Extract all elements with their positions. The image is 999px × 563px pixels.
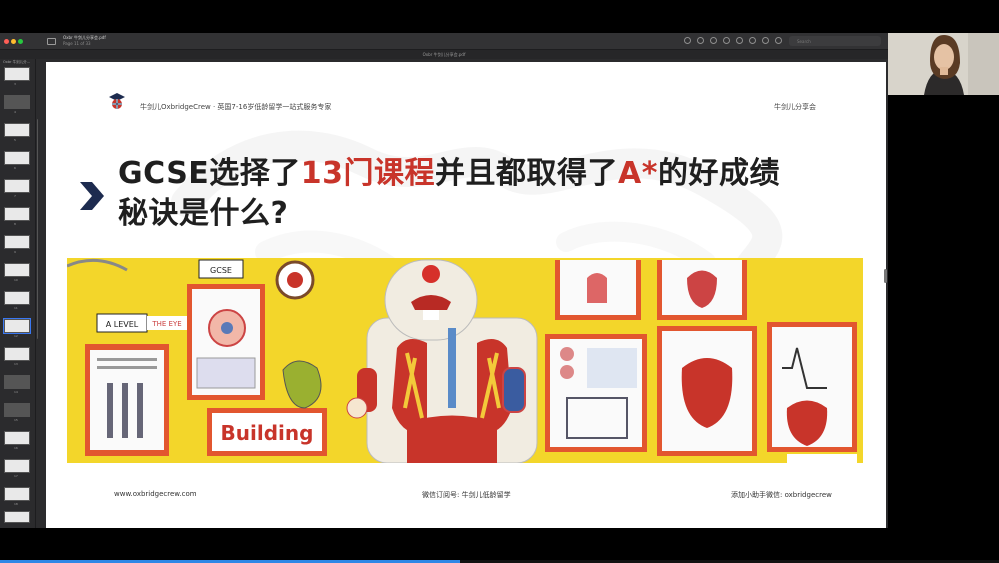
page-number: 13 — [14, 362, 18, 366]
label-building: Building — [221, 421, 314, 445]
page-thumbnail[interactable] — [4, 151, 30, 165]
page-number: 17 — [14, 474, 18, 478]
chevron-right-icon — [80, 182, 104, 210]
heading-line-2: 秘诀是什么? — [118, 196, 289, 231]
page-number: 10 — [14, 278, 18, 282]
wechat-subscription: 微信订阅号: 牛剑儿低龄留学 — [422, 491, 511, 499]
label-gcse: GCSE — [210, 266, 232, 275]
close-window-button[interactable] — [4, 39, 9, 44]
oxbridgecrew-logo-icon — [109, 93, 125, 109]
screen: Oxbr 牛剑儿分享会.pdf Page 11 of 33 Search Oxb… — [0, 0, 999, 563]
page-number: 18 — [14, 502, 18, 506]
page-thumbnail[interactable] — [4, 347, 30, 361]
page-number: 4 — [14, 110, 16, 114]
page-number: 7 — [14, 194, 16, 198]
page-number: 16 — [14, 446, 18, 450]
page-thumbnail[interactable] — [4, 67, 30, 81]
page-number: 8 — [14, 222, 16, 226]
page-thumbnail[interactable] — [4, 235, 30, 249]
heading-text: 的好成绩 — [657, 156, 780, 191]
annotate-icon[interactable] — [775, 37, 782, 44]
page-number: 12 — [14, 334, 18, 338]
info-icon[interactable] — [684, 37, 691, 44]
zoom-out-icon[interactable] — [697, 37, 704, 44]
highlight-icon[interactable] — [762, 37, 769, 44]
page-number: 15 — [14, 418, 18, 422]
webcam-video-feed — [888, 33, 999, 95]
page-number: 5 — [14, 138, 16, 142]
page-thumbnail[interactable] — [4, 487, 30, 501]
share-icon[interactable] — [723, 37, 730, 44]
page-number: 14 — [14, 390, 18, 394]
heading-highlight: A* — [618, 156, 658, 191]
pdf-viewer-window: Oxbr 牛剑儿分享会.pdf Page 11 of 33 Search Oxb… — [0, 33, 888, 528]
event-name: 牛剑儿分享会 — [774, 103, 816, 111]
brand-tagline: 牛剑儿OxbridgeCrew · 英国7-16岁低龄留学一站式服务专家 — [140, 103, 332, 111]
page-thumbnail[interactable] — [4, 179, 30, 193]
zoom-window-button[interactable] — [18, 39, 23, 44]
page-thumbnail[interactable] — [4, 95, 30, 109]
heading-text: 并且都取得了 — [435, 156, 619, 191]
label-a-level: A LEVEL — [106, 320, 139, 329]
slide-page: 牛剑儿OxbridgeCrew · 英国7-16岁低龄留学一站式服务专家 牛剑儿… — [46, 62, 886, 528]
page-thumbnail-selected[interactable] — [3, 318, 31, 334]
toolbar-icons — [684, 37, 782, 44]
label-the-eye: THE EYE — [151, 320, 181, 328]
viewer-scrollbar[interactable] — [884, 269, 887, 283]
page-thumbnail[interactable] — [4, 375, 30, 389]
page-thumbnail[interactable] — [4, 431, 30, 445]
thumbnail-sidebar: Oxbr 牛剑儿分... 3 4 5 6 7 8 9 10 11 12 13 1… — [0, 59, 36, 528]
page-number: 6 — [14, 166, 16, 170]
document-viewer: 牛剑儿OxbridgeCrew · 英国7-16岁低龄留学一站式服务专家 牛剑儿… — [38, 59, 888, 528]
title-bar: Oxbr 牛剑儿分享会.pdf Page 11 of 33 Search — [0, 33, 888, 50]
page-thumbnail[interactable] — [4, 123, 30, 137]
heading-highlight: 13门课程 — [300, 156, 436, 191]
document-page-indicator: Page 11 of 33 — [63, 41, 91, 46]
page-thumbnail[interactable] — [4, 207, 30, 221]
page-number: 9 — [14, 250, 16, 254]
sidebar-toggle-icon[interactable] — [47, 38, 56, 45]
heading-line-1: GCSE选择了13门课程并且都取得了A*的好成绩 — [118, 154, 780, 194]
markup-icon[interactable] — [736, 37, 743, 44]
page-thumbnail[interactable] — [4, 291, 30, 305]
heading-text: GCSE选择了 — [118, 156, 301, 191]
page-thumbnail[interactable] — [4, 263, 30, 277]
tab-document[interactable]: Oxbr 牛剑儿分享会.pdf — [0, 52, 888, 58]
rotate-icon[interactable] — [749, 37, 756, 44]
page-thumbnail[interactable] — [4, 511, 30, 523]
search-input[interactable]: Search — [789, 36, 881, 46]
tab-bar: Oxbr 牛剑儿分享会.pdf — [0, 50, 888, 59]
zoom-in-icon[interactable] — [710, 37, 717, 44]
page-number: 11 — [14, 306, 18, 310]
website-link[interactable]: www.oxbridgecrew.com — [114, 490, 197, 498]
minimize-window-button[interactable] — [11, 39, 16, 44]
classroom-display-photo: A LEVEL THE EYE GCSE Building — [67, 258, 863, 463]
thumbnail-sidebar-title: Oxbr 牛剑儿分... — [3, 60, 30, 64]
page-number: 3 — [14, 82, 16, 86]
page-thumbnail[interactable] — [4, 459, 30, 473]
slide-heading: GCSE选择了13门课程并且都取得了A*的好成绩 秘诀是什么? — [118, 154, 780, 234]
page-thumbnail[interactable] — [4, 403, 30, 417]
wechat-assistant: 添加小助手微信: oxbridgecrew — [731, 491, 832, 499]
